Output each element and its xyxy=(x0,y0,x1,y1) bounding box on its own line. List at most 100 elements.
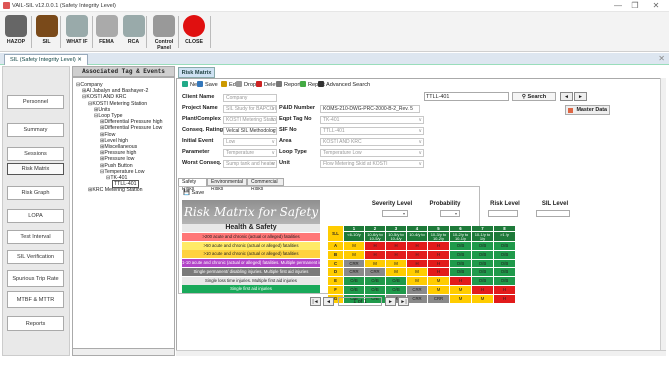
advanced-search-button[interactable]: Advanced Search xyxy=(318,81,370,88)
matrix-cell[interactable]: O/B xyxy=(344,277,365,286)
chevron-down-icon[interactable]: ∨ xyxy=(418,128,422,134)
chevron-down-icon[interactable]: ∨ xyxy=(271,150,275,156)
minimize-button[interactable]: — xyxy=(611,1,625,11)
chevron-down-icon[interactable]: ∨ xyxy=(418,150,422,156)
field-eqpt-tag-no-input[interactable]: TK-401 ∨ xyxy=(320,116,424,124)
matrix-cell[interactable]: H xyxy=(407,242,428,251)
matrix-cell[interactable]: H xyxy=(494,294,516,304)
matrix-cell[interactable]: O/B xyxy=(472,250,494,260)
matrix-cell[interactable]: O/B xyxy=(472,242,494,251)
tree-node[interactable]: ⊞Miscellaneous xyxy=(100,144,137,150)
nav-sessions-button[interactable]: Sessions xyxy=(7,147,64,161)
tree-node[interactable]: ⊞Units xyxy=(94,107,110,113)
matrix-cell[interactable]: CRR xyxy=(365,268,386,278)
probability-dropdown[interactable]: ▾ xyxy=(440,210,460,217)
field-p-id-number-input[interactable]: KOMS-210-DWG-PRC-2000-B-2_Rev. 5 xyxy=(320,105,420,113)
matrix-cell[interactable]: H xyxy=(428,268,450,278)
matrix-cell[interactable]: H xyxy=(428,242,450,251)
matrix-cell[interactable]: H xyxy=(407,259,428,269)
tree-node[interactable]: ⊞KRC Metering Station xyxy=(88,187,143,193)
matrix-cell[interactable]: H xyxy=(428,259,450,269)
matrix-cell[interactable]: O/B xyxy=(494,242,516,251)
ribbon-close-button[interactable]: CLOSE xyxy=(180,14,208,50)
last-page-button[interactable]: ►| xyxy=(398,297,409,306)
matrix-cell[interactable]: O/B xyxy=(344,286,365,295)
subtab-safety-risks[interactable]: Safety Risks xyxy=(178,178,207,192)
panel-close-icon[interactable]: ✕ xyxy=(658,54,665,63)
main-hscrollbar[interactable] xyxy=(176,350,666,356)
prev-page-button[interactable]: ◄ xyxy=(323,297,334,306)
ribbon-what-if-button[interactable]: WHAT IF xyxy=(62,14,92,50)
matrix-cell[interactable]: O/B xyxy=(386,277,407,286)
nav-summary-button[interactable]: Summary xyxy=(7,123,64,137)
tab-risk-matrix[interactable]: Risk Matrix xyxy=(178,67,215,78)
matrix-cell[interactable]: H xyxy=(428,250,450,260)
chevron-down-icon[interactable]: ∨ xyxy=(418,117,422,123)
field-worst-conseq--input[interactable]: Sump tank and heater damage∨ xyxy=(223,160,277,168)
chevron-down-icon[interactable]: ∨ xyxy=(271,106,275,112)
ribbon-hazop-button[interactable]: HAZOP xyxy=(2,14,30,50)
field-sif-no-input[interactable]: TTLL-401 ∨ xyxy=(320,127,424,135)
matrix-cell[interactable]: H xyxy=(494,286,516,295)
matrix-cell[interactable]: M xyxy=(407,277,428,286)
tree-node[interactable]: ⊞Al Jabalyn and Bashayer-2 xyxy=(82,88,148,94)
tree-node[interactable]: ⊞Pressure high xyxy=(100,150,136,156)
tree-node[interactable]: ⊞Push Button xyxy=(100,163,133,169)
matrix-cell[interactable]: O/B xyxy=(450,242,472,251)
matrix-cell[interactable]: H xyxy=(365,242,386,251)
next-page-button[interactable]: ► xyxy=(385,297,396,306)
prev-record-button[interactable]: ◄ xyxy=(560,92,573,101)
ribbon-fema-button[interactable]: FEMA xyxy=(94,14,119,50)
matrix-cell[interactable]: O/B xyxy=(365,286,386,295)
matrix-cell[interactable]: CRR xyxy=(407,286,428,295)
field-unit-input[interactable]: Flow Metering Skid at KOSTI ∨ xyxy=(320,160,424,168)
subtab-commercial-risks[interactable]: Commercial Risks xyxy=(247,178,284,192)
chevron-down-icon[interactable]: ∨ xyxy=(271,117,275,123)
close-window-button[interactable]: ✕ xyxy=(649,1,663,11)
report-button[interactable]: Report xyxy=(276,81,301,88)
matrix-cell[interactable]: O/B xyxy=(365,277,386,286)
matrix-cell[interactable]: O/B xyxy=(450,259,472,269)
matrix-cell[interactable]: CRR xyxy=(344,259,365,269)
field-project-name-input[interactable]: SIL Study for BAPCO Pipeline 5∨ xyxy=(223,105,277,113)
tree-node[interactable]: ⊟KOSTI Metering Station xyxy=(88,101,147,107)
matrix-cell[interactable]: CRR xyxy=(344,268,365,278)
inner-save-button[interactable]: 💾 Save xyxy=(183,190,204,196)
save-button[interactable]: Save xyxy=(197,81,218,88)
matrix-cell[interactable]: M xyxy=(344,250,365,260)
tab-sil[interactable]: SIL (Safety Integrity Level) ✕ xyxy=(4,54,88,65)
tree-hscrollbar[interactable] xyxy=(72,348,175,356)
tree-node[interactable]: ⊟KOSTI AND KRC xyxy=(82,94,126,100)
nav-reports-button[interactable]: Reports xyxy=(7,316,64,331)
search-input[interactable]: TTLL-401 xyxy=(424,92,509,101)
tree-node[interactable]: ⊞Differential Pressure Low xyxy=(100,125,162,131)
chevron-down-icon[interactable]: ∨ xyxy=(271,128,275,134)
matrix-cell[interactable]: O/B xyxy=(472,268,494,278)
maximize-button[interactable]: ❐ xyxy=(628,1,642,11)
tree-node[interactable]: ⊞Level high xyxy=(100,138,128,144)
tree-node[interactable]: ⊟Temperature Low xyxy=(100,169,144,175)
matrix-cell[interactable]: M xyxy=(407,268,428,278)
nav-spurious-trip-rate-button[interactable]: Spurious Trip Rate xyxy=(7,270,64,287)
matrix-cell[interactable]: H xyxy=(386,250,407,260)
tree-node[interactable]: ⊞Flow xyxy=(100,132,115,138)
matrix-cell[interactable]: CRR xyxy=(407,294,428,304)
matrix-cell[interactable]: H xyxy=(386,242,407,251)
master-data-button[interactable]: Master Data xyxy=(565,105,610,115)
ribbon-rca-button[interactable]: RCA xyxy=(121,14,146,50)
matrix-cell[interactable]: O/B xyxy=(494,268,516,278)
matrix-cell[interactable]: M xyxy=(428,286,450,295)
field-plant-complex-input[interactable]: KOSTI Metering Station ∨ xyxy=(223,116,277,124)
tab-close-icon[interactable]: ✕ xyxy=(77,57,82,63)
matrix-cell[interactable]: O/B xyxy=(386,286,407,295)
nav-mtbf-mttr-button[interactable]: MTBF & MTTR xyxy=(7,291,64,308)
matrix-cell[interactable]: M xyxy=(472,294,494,304)
matrix-cell[interactable]: M xyxy=(428,277,450,286)
nav-lopa-button[interactable]: LOPA xyxy=(7,209,64,223)
matrix-cell[interactable]: O/B xyxy=(494,250,516,260)
tree-node[interactable]: ⊟Loop Type xyxy=(94,113,123,119)
chevron-down-icon[interactable]: ∨ xyxy=(418,139,422,145)
drop-button[interactable]: Drop xyxy=(236,81,256,88)
ribbon-control-panel-button[interactable]: Control Panel xyxy=(148,14,180,51)
matrix-cell[interactable]: O/B xyxy=(450,268,472,278)
